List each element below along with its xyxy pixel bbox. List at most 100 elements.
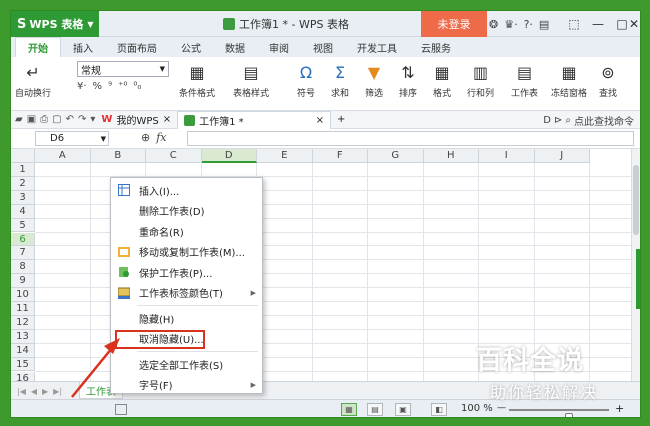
wrap-text-button[interactable]: ↵ 自动换行: [15, 61, 51, 100]
autosum-button[interactable]: Σ 求和: [329, 61, 351, 100]
row-header-15[interactable]: 15: [11, 357, 35, 372]
tab-review[interactable]: 审阅: [257, 37, 301, 57]
row-header-12[interactable]: 12: [11, 315, 35, 330]
minimize-button[interactable]: —: [585, 11, 611, 37]
zoom-slider-knob[interactable]: [565, 413, 573, 417]
format-button[interactable]: ▦ 格式: [431, 61, 453, 100]
scroll-thumb[interactable]: [633, 165, 639, 235]
row-header-8[interactable]: 8: [11, 260, 35, 275]
prev-sheet-icon[interactable]: ◀: [31, 387, 37, 396]
tab-view[interactable]: 视图: [301, 37, 345, 57]
comma-style-button[interactable]: ⁹: [108, 81, 112, 92]
column-header-g[interactable]: G: [368, 149, 424, 163]
redo-icon[interactable]: ↷: [78, 114, 86, 125]
save-icon[interactable]: ▣: [27, 114, 36, 125]
login-button[interactable]: 未登录: [421, 11, 487, 37]
row-header-14[interactable]: 14: [11, 343, 35, 358]
conditional-format-button[interactable]: ▦ 条件格式: [179, 61, 215, 100]
row-header-2[interactable]: 2: [11, 176, 35, 191]
column-header-e[interactable]: E: [257, 149, 313, 163]
shirt-icon[interactable]: ♛·: [504, 18, 517, 31]
first-sheet-icon[interactable]: |◀: [17, 387, 26, 396]
zoom-search-icon[interactable]: ⊕: [141, 131, 150, 144]
tab-cloud[interactable]: 云服务: [409, 37, 463, 57]
freeze-panes-button[interactable]: ▦ 冻结窗格: [551, 61, 587, 100]
table-style-button[interactable]: ▤ 表格样式: [233, 61, 269, 100]
skin-icon[interactable]: ❂: [489, 18, 498, 31]
undo-icon[interactable]: ↶: [66, 114, 74, 125]
print-icon[interactable]: ⎙: [40, 114, 48, 125]
increase-decimal-icon[interactable]: ⁺⁰: [118, 81, 127, 92]
tab-my-wps[interactable]: W 我的WPS ×: [95, 111, 177, 129]
row-header-9[interactable]: 9: [11, 274, 35, 289]
row-header-4[interactable]: 4: [11, 204, 35, 219]
fx-icon[interactable]: fx: [156, 131, 166, 144]
column-header-c[interactable]: C: [146, 149, 202, 163]
menu-item-6[interactable]: 隐藏(H): [111, 308, 262, 329]
row-header-1[interactable]: 1: [11, 163, 35, 177]
menu-item-1[interactable]: 删除工作表(D): [111, 201, 262, 222]
menu-item-8[interactable]: 选定全部工作表(S): [111, 354, 262, 375]
tab-insert[interactable]: 插入: [61, 37, 105, 57]
column-header-j[interactable]: J: [534, 149, 590, 163]
zoom-out-button[interactable]: —: [497, 403, 506, 413]
column-header-d[interactable]: D: [201, 149, 257, 163]
row-header-6[interactable]: 6: [11, 232, 35, 247]
last-sheet-icon[interactable]: ▶|: [53, 387, 62, 396]
rows-cols-button[interactable]: ▥ 行和列: [467, 61, 494, 100]
worksheet-button[interactable]: ▤ 工作表: [511, 61, 538, 100]
close-icon[interactable]: ×: [163, 114, 171, 125]
row-header-16[interactable]: 16: [11, 371, 35, 381]
page-layout-view-button[interactable]: ▣: [395, 403, 411, 416]
row-header-7[interactable]: 7: [11, 246, 35, 261]
page-break-view-button[interactable]: ▤: [367, 403, 383, 416]
tab-developer[interactable]: 开发工具: [345, 37, 409, 57]
menu-item-2[interactable]: 重命名(R): [111, 221, 262, 242]
decrease-decimal-icon[interactable]: ⁰₀: [133, 81, 141, 92]
formula-input[interactable]: [187, 131, 634, 146]
menu-item-3[interactable]: 移动或复制工作表(M)...: [111, 242, 262, 263]
select-all-corner[interactable]: [11, 149, 35, 163]
macro-record-icon[interactable]: [115, 404, 127, 415]
close-icon[interactable]: ×: [316, 115, 324, 126]
tab-workbook[interactable]: 工作簿1 * ×: [177, 110, 332, 129]
number-format-select[interactable]: 常规 ▼: [77, 61, 169, 77]
menu-item-4[interactable]: 保护工作表(P)...: [111, 262, 262, 283]
restore-ribbon-button[interactable]: ⬚: [561, 11, 587, 37]
tab-home[interactable]: 开始: [15, 37, 61, 57]
column-header-a[interactable]: A: [35, 149, 91, 163]
zoom-in-button[interactable]: +: [615, 402, 624, 415]
side-panel-edge[interactable]: [636, 249, 640, 309]
settings-menu-icon[interactable]: ▤: [539, 18, 549, 31]
row-header-13[interactable]: 13: [11, 329, 35, 344]
menu-item-0[interactable]: 插入(I)...: [111, 180, 262, 201]
column-header-h[interactable]: H: [423, 149, 479, 163]
command-search[interactable]: D ⊳ ⌕ 点此查找命令: [543, 111, 634, 129]
help-button[interactable]: ?·: [524, 18, 533, 31]
next-sheet-icon[interactable]: ▶: [42, 387, 48, 396]
tab-page-layout[interactable]: 页面布局: [105, 37, 169, 57]
menu-item-5[interactable]: 工作表标签颜色(T) ▶: [111, 283, 262, 304]
tab-formulas[interactable]: 公式: [169, 37, 213, 57]
filter-button[interactable]: ▼ 筛选: [363, 61, 385, 100]
percent-button[interactable]: %: [93, 81, 103, 92]
currency-format-icon[interactable]: ¥·: [77, 81, 87, 92]
column-header-f[interactable]: F: [312, 149, 368, 163]
name-box[interactable]: D6 ▼: [35, 131, 109, 146]
close-button[interactable]: ✕: [625, 11, 640, 37]
open-folder-icon[interactable]: ▰: [15, 114, 23, 125]
zoom-slider[interactable]: [509, 409, 609, 417]
tab-data[interactable]: 数据: [213, 37, 257, 57]
column-header-b[interactable]: B: [90, 149, 146, 163]
find-button[interactable]: ⊚ 查找: [597, 61, 619, 100]
menu-item-9[interactable]: 字号(F) ▶: [111, 375, 262, 396]
new-tab-button[interactable]: +: [331, 111, 351, 129]
row-header-3[interactable]: 3: [11, 190, 35, 205]
row-header-10[interactable]: 10: [11, 288, 35, 302]
row-header-11[interactable]: 11: [11, 302, 35, 316]
app-menu-button[interactable]: S WPS 表格 ▼: [11, 11, 99, 37]
print-preview-icon[interactable]: ▢: [52, 114, 61, 125]
symbol-button[interactable]: Ω 符号: [295, 61, 317, 100]
column-header-i[interactable]: I: [479, 149, 535, 163]
row-header-5[interactable]: 5: [11, 218, 35, 233]
